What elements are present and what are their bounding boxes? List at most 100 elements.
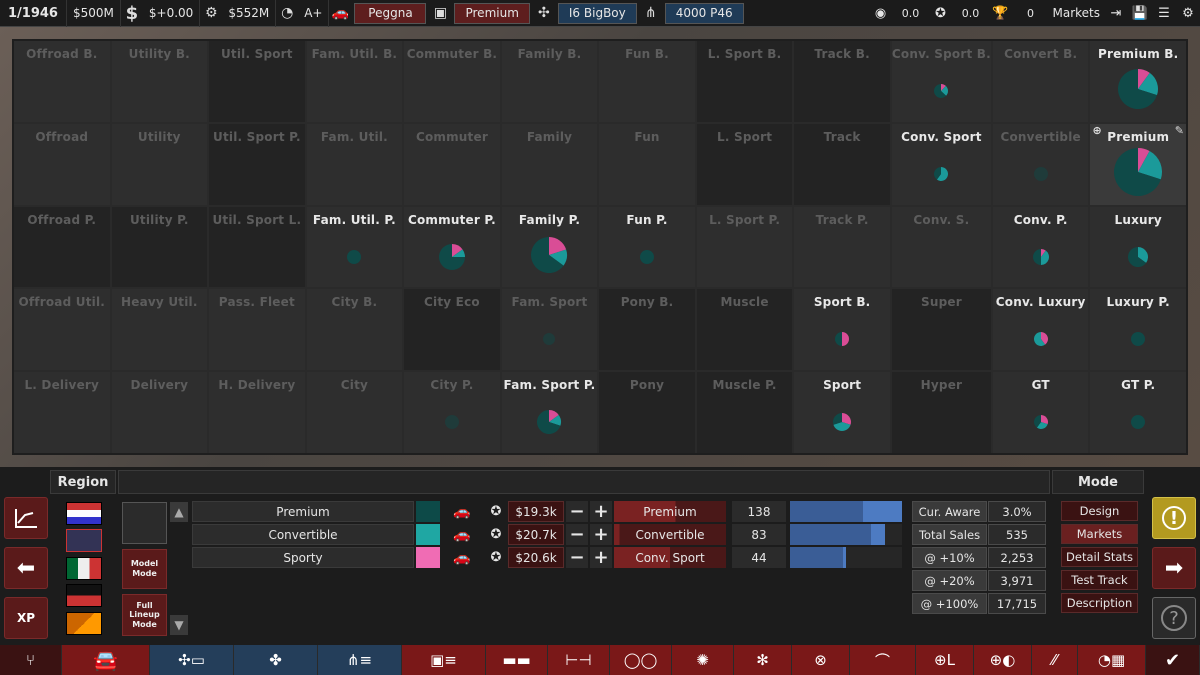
scroll-down-button[interactable]: ▼ (170, 615, 188, 635)
nav-engine-family-button[interactable]: ✣▭ (150, 645, 234, 675)
price-field[interactable]: $20.7k (508, 524, 564, 545)
price-decrease-button[interactable]: − (566, 547, 588, 568)
nav-tuning-button[interactable]: ⁄⁄ (1032, 645, 1078, 675)
segment-cell[interactable]: Super (891, 289, 991, 371)
gearbox-button[interactable]: 4000 P46 (664, 2, 744, 24)
segment-cell[interactable]: L. Sport P. (696, 206, 793, 288)
model-thumbnail[interactable] (122, 502, 167, 544)
segment-cell[interactable]: Commuter P. (404, 206, 500, 288)
segment-cell[interactable]: Offroad P. (14, 206, 110, 288)
segment-cell[interactable]: Conv. P. (992, 206, 1089, 288)
mode-button-markets[interactable]: Markets (1061, 524, 1138, 544)
segment-selector[interactable]: Premium (614, 501, 726, 522)
segment-cell[interactable]: Offroad Util. (14, 289, 110, 371)
segment-cell[interactable]: Fam. Sport P. (501, 372, 598, 453)
price-increase-button[interactable]: + (590, 547, 612, 568)
segment-cell[interactable]: GT P. (1090, 372, 1186, 453)
segment-cell[interactable]: Premium B. (1090, 41, 1186, 122)
segment-cell[interactable]: Heavy Util. (111, 289, 208, 371)
segment-cell[interactable]: Premium ⊕ ✎ (1090, 123, 1186, 205)
star-icon[interactable]: ✪ (486, 547, 506, 568)
segment-cell[interactable]: City P. (404, 372, 500, 453)
nav-tyres-button[interactable]: ⊗ (792, 645, 850, 675)
segment-cell[interactable]: Pony B. (599, 289, 695, 371)
segment-cell[interactable]: Conv. Luxury (992, 289, 1089, 371)
nav-gearbox-button[interactable]: ⋔≡ (318, 645, 402, 675)
back-button[interactable]: ⬅ (4, 547, 48, 589)
nav-safety-button[interactable]: ⊕◐ (974, 645, 1032, 675)
segment-cell[interactable]: Conv. S. (891, 206, 991, 288)
segment-cell[interactable]: Utility B. (111, 41, 208, 122)
star-icon[interactable]: ✪ (486, 501, 506, 522)
segment-cell[interactable]: Family (501, 123, 598, 205)
segment-cell[interactable]: Muscle (696, 289, 793, 371)
chart-button[interactable] (4, 497, 48, 539)
model-name[interactable]: Convertible (192, 524, 414, 545)
segment-cell[interactable]: City B. (306, 289, 403, 371)
segment-cell[interactable]: Offroad B. (14, 41, 110, 122)
pin-icon[interactable]: ✎ (1162, 124, 1184, 142)
segment-cell[interactable]: Convertible (992, 123, 1089, 205)
segment-cell[interactable]: Util. Sport (209, 41, 305, 122)
segment-cell[interactable]: H. Delivery (209, 372, 305, 453)
segment-cell[interactable]: Family P. (501, 206, 598, 288)
segment-selector[interactable]: Conv. Sport (614, 547, 726, 568)
segment-cell[interactable]: GT (992, 372, 1089, 453)
nav-brakes-button[interactable]: ✺ (672, 645, 734, 675)
scroll-up-button[interactable]: ▲ (170, 502, 188, 522)
segment-cell[interactable]: Fam. Util. P. (306, 206, 403, 288)
price-increase-button[interactable]: + (590, 501, 612, 522)
segment-cell[interactable]: Conv. Sport (891, 123, 991, 205)
segment-cell[interactable]: Sport (794, 372, 890, 453)
model-name[interactable]: Premium (192, 501, 414, 522)
price-decrease-button[interactable]: − (566, 524, 588, 545)
segment-cell[interactable]: City Eco (404, 289, 500, 371)
segment-cell[interactable]: Utility (111, 123, 208, 205)
alert-button[interactable]: ! (1152, 497, 1196, 539)
xp-button[interactable]: XP (4, 597, 48, 639)
segment-cell[interactable]: Commuter B. (404, 41, 500, 122)
segment-cell[interactable]: Delivery (111, 372, 208, 453)
segment-cell[interactable]: Fun B. (599, 41, 695, 122)
segment-cell[interactable]: Pass. Fleet (209, 289, 305, 371)
exit-icon[interactable]: ⇥ (1106, 3, 1126, 23)
model-mode-button[interactable]: Model Mode (122, 549, 167, 589)
segment-cell[interactable]: Muscle P. (696, 372, 793, 453)
segment-cell[interactable]: Util. Sport L. (209, 206, 305, 288)
segment-cell[interactable]: Fam. Sport (501, 289, 598, 371)
nav-drivetrain-button[interactable]: ◯◯ (610, 645, 672, 675)
engine-button[interactable]: I6 BigBoy (557, 2, 637, 24)
mode-button-design[interactable]: Design (1061, 501, 1138, 521)
segment-cell[interactable]: Utility P. (111, 206, 208, 288)
segment-cell[interactable]: City (306, 372, 403, 453)
segment-cell[interactable]: Luxury P. (1090, 289, 1186, 371)
model-color-swatch[interactable] (416, 501, 440, 522)
segment-cell[interactable]: Fam. Util. B. (306, 41, 403, 122)
save-icon[interactable]: 💾 (1130, 3, 1150, 23)
full-lineup-mode-button[interactable]: Full Lineup Mode (122, 594, 167, 636)
nav-confirm-button[interactable]: ✔ (1146, 645, 1200, 675)
segment-cell[interactable]: Luxury (1090, 206, 1186, 288)
segment-cell[interactable]: Commuter (404, 123, 500, 205)
flag-region-5[interactable] (66, 612, 102, 635)
nav-trim-button[interactable]: ▣≡ (402, 645, 486, 675)
flag-region-4[interactable] (66, 584, 102, 607)
segment-cell[interactable]: Sport B. (794, 289, 890, 371)
nav-suspension-button[interactable]: ⊢⊣ (548, 645, 610, 675)
segment-cell[interactable]: Convert B. (992, 41, 1089, 122)
segment-cell[interactable]: Fam. Util. (306, 123, 403, 205)
segment-cell[interactable]: Hyper (891, 372, 991, 453)
segment-cell[interactable]: L. Sport B. (696, 41, 793, 122)
segment-cell[interactable]: Track B. (794, 41, 890, 122)
forward-button[interactable]: ➡ (1152, 547, 1196, 589)
model-row[interactable]: Premium 🚗 ✪ $19.3k − + Premium 138 (192, 501, 902, 522)
menu-icon[interactable]: ☰ (1154, 3, 1174, 23)
nav-body-button[interactable]: ⌒ (850, 645, 916, 675)
flag-region-2[interactable] (66, 529, 102, 552)
nav-car-button[interactable]: 🚘 (62, 645, 150, 675)
mode-button-detail-stats[interactable]: Detail Stats (1061, 547, 1138, 567)
segment-selector[interactable]: Convertible (614, 524, 726, 545)
segment-cell[interactable]: Offroad (14, 123, 110, 205)
mode-button-description[interactable]: Description (1061, 593, 1138, 613)
nav-interior-button[interactable]: ⊕L (916, 645, 974, 675)
